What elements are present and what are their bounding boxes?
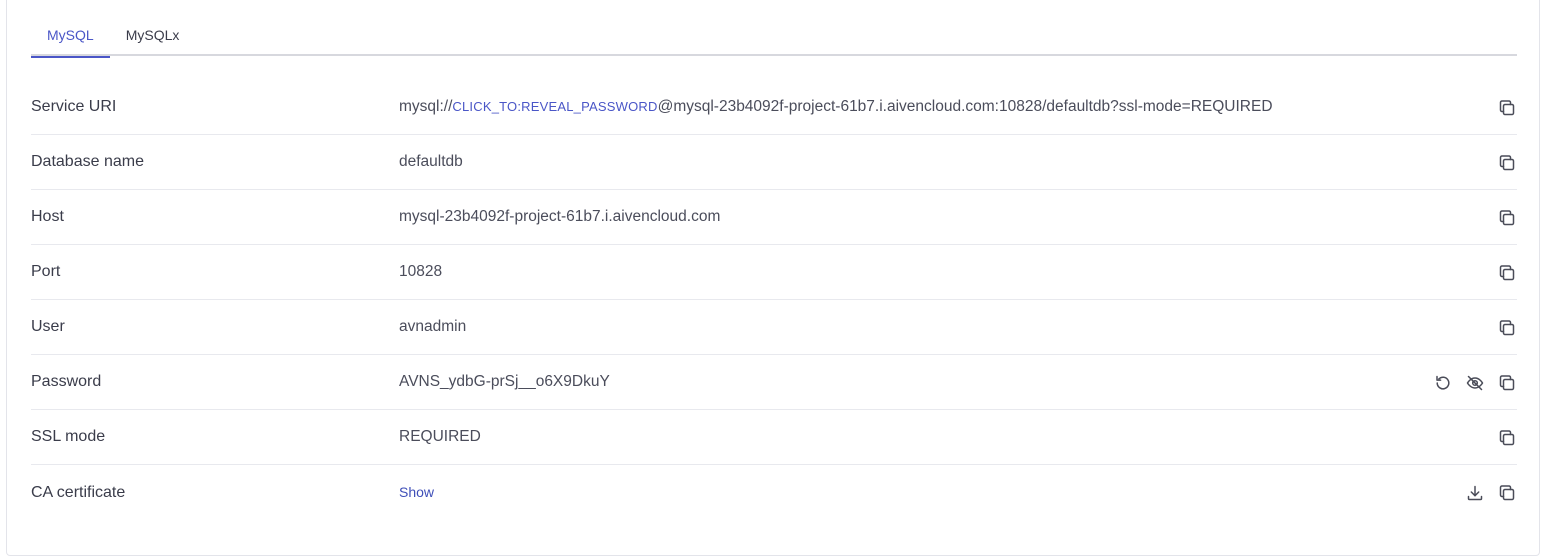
host-value: mysql-23b4092f-project-61b7.i.aivencloud… (399, 208, 721, 225)
copy-icon[interactable] (1497, 318, 1517, 338)
ca-certificate-value: Show (399, 484, 1517, 502)
row-user: User avnadmin (31, 300, 1517, 355)
eye-off-icon[interactable] (1465, 373, 1485, 393)
copy-icon[interactable] (1497, 98, 1517, 118)
database-name-value: defaultdb (399, 153, 463, 170)
protocol-tabs: MySQL MySQLx (31, 18, 1517, 58)
copy-icon[interactable] (1497, 153, 1517, 173)
service-uri-value: mysql://CLICK_TO:REVEAL_PASSWORD@mysql-2… (399, 98, 1517, 116)
port-label: Port (31, 263, 61, 280)
tab-mysqlx[interactable]: MySQLx (110, 18, 196, 56)
reset-icon[interactable] (1433, 373, 1453, 393)
user-value: avnadmin (399, 318, 467, 335)
show-certificate-link[interactable]: Show (399, 484, 434, 500)
port-value: 10828 (399, 263, 443, 280)
row-database-name: Database name defaultdb (31, 135, 1517, 190)
ca-certificate-label: CA certificate (31, 483, 126, 501)
user-label: User (31, 318, 65, 335)
copy-icon[interactable] (1497, 373, 1517, 393)
password-value: AVNS_ydbG-prSj__o6X9DkuY (399, 373, 610, 390)
row-password: Password AVNS_ydbG-prSj__o6X9DkuY (31, 355, 1517, 410)
download-icon[interactable] (1465, 483, 1485, 503)
ssl-mode-value: REQUIRED (399, 428, 481, 445)
copy-icon[interactable] (1497, 483, 1517, 503)
row-service-uri: Service URI mysql://CLICK_TO:REVEAL_PASS… (31, 80, 1517, 135)
copy-icon[interactable] (1497, 263, 1517, 283)
connection-details: Service URI mysql://CLICK_TO:REVEAL_PASS… (31, 80, 1517, 520)
service-uri-label: Service URI (31, 98, 117, 115)
ssl-mode-label: SSL mode (31, 428, 106, 445)
copy-icon[interactable] (1497, 208, 1517, 228)
host-label: Host (31, 208, 64, 225)
password-label: Password (31, 373, 102, 390)
database-name-label: Database name (31, 153, 144, 170)
tab-mysql[interactable]: MySQL (31, 18, 110, 58)
row-port: Port 10828 (31, 245, 1517, 300)
copy-icon[interactable] (1497, 428, 1517, 448)
service-uri-prefix: mysql:// (399, 98, 453, 115)
row-ssl-mode: SSL mode REQUIRED (31, 410, 1517, 465)
reveal-password-link[interactable]: CLICK_TO:REVEAL_PASSWORD (452, 99, 657, 114)
row-ca-certificate: CA certificate Show (31, 465, 1517, 520)
row-host: Host mysql-23b4092f-project-61b7.i.aiven… (31, 190, 1517, 245)
service-uri-suffix: @mysql-23b4092f-project-61b7.i.aivenclou… (657, 98, 1273, 115)
